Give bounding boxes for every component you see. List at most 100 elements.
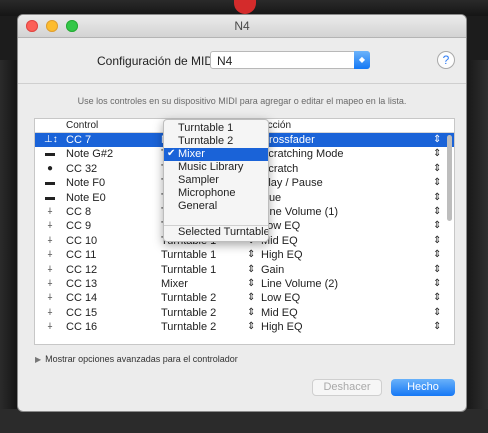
control-cell: CC 15 bbox=[66, 306, 98, 319]
midi-device-value: N4 bbox=[217, 54, 233, 68]
help-button[interactable]: ? bbox=[437, 51, 455, 69]
chevron-updown-icon: ⇕ bbox=[433, 249, 442, 261]
chevron-updown-icon: ⇕ bbox=[247, 278, 256, 289]
button-icon: ▬ bbox=[45, 191, 55, 203]
chevron-updown-icon: ◆ bbox=[354, 51, 370, 69]
action-popup[interactable]: Line Volume (2) bbox=[261, 278, 338, 290]
control-cell: CC 9 bbox=[66, 220, 92, 233]
fader-icon: ⍭ bbox=[47, 234, 53, 246]
window-title: N4 bbox=[234, 19, 250, 33]
target-popup[interactable]: Turntable 2 bbox=[161, 292, 216, 304]
table-row[interactable]: ⍭ CC 16 Turntable 2 ⇕ High EQ ⇕ bbox=[35, 320, 454, 334]
midi-device-select[interactable]: N4 ◆ bbox=[210, 51, 370, 69]
chevron-updown-icon: ⇕ bbox=[433, 134, 442, 145]
action-popup[interactable]: Play / Pause bbox=[261, 177, 323, 189]
menu-item-label: Selected Turntable bbox=[178, 226, 269, 238]
table-row[interactable]: ⍭ CC 13 Mixer ⇕ Line Volume (2) ⇕ bbox=[35, 277, 454, 291]
column-header-control[interactable]: Control bbox=[66, 120, 98, 131]
instructions-text: Use los controles en su dispositivo MIDI… bbox=[77, 96, 407, 106]
menu-item[interactable]: Selected Turntable bbox=[164, 226, 268, 239]
midi-config-label: Configuración de MIDI: bbox=[97, 54, 220, 68]
table-row[interactable]: ⍭ CC 15 Turntable 2 ⇕ Mid EQ ⇕ bbox=[35, 306, 454, 320]
action-popup[interactable]: Line Volume (1) bbox=[261, 206, 338, 218]
button-icon: ▬ bbox=[45, 148, 55, 160]
chevron-updown-icon: ⇕ bbox=[247, 263, 256, 275]
midi-config-dialog: N4 Configuración de MIDI: N4 ◆ ? Use los… bbox=[18, 15, 466, 411]
table-row[interactable]: ⍭ CC 12 Turntable 1 ⇕ Gain ⇕ bbox=[35, 263, 454, 277]
chevron-updown-icon: ⇕ bbox=[247, 292, 256, 304]
menu-item[interactable]: Turntable 1 bbox=[164, 122, 268, 135]
menu-item[interactable]: Music Library bbox=[164, 161, 268, 174]
target-popup[interactable]: Turntable 2 bbox=[161, 307, 216, 319]
fader-icon: ⍭ bbox=[47, 249, 53, 261]
divider bbox=[18, 83, 466, 84]
control-cell: Note G#2 bbox=[66, 148, 114, 161]
action-popup[interactable]: High EQ bbox=[261, 249, 303, 261]
fader-icon: ⍭ bbox=[47, 321, 53, 333]
advanced-options-toggle[interactable]: ▶ Mostrar opciones avanzadas para el cont… bbox=[35, 354, 238, 364]
menu-item[interactable]: Sampler bbox=[164, 174, 268, 187]
chevron-updown-icon: ⇕ bbox=[433, 234, 442, 246]
action-popup[interactable]: High EQ bbox=[261, 321, 303, 333]
target-popup[interactable]: Turntable 1 bbox=[161, 264, 216, 276]
fader-icon: ⍭ bbox=[47, 206, 53, 217]
menu-item[interactable]: Turntable 2 bbox=[164, 135, 268, 148]
fader-icon: ⍭ bbox=[47, 306, 53, 318]
done-button[interactable]: Hecho bbox=[391, 379, 455, 396]
undo-button[interactable]: Deshacer bbox=[312, 379, 382, 396]
background-left-deck bbox=[0, 60, 18, 433]
menu-item-label: General bbox=[178, 200, 218, 212]
table-row[interactable]: ⍭ CC 14 Turntable 2 ⇕ Low EQ ⇕ bbox=[35, 291, 454, 305]
target-popup[interactable]: Mixer bbox=[161, 278, 188, 290]
fader-icon: ⍭ bbox=[47, 278, 53, 289]
chevron-updown-icon: ⇕ bbox=[433, 321, 442, 333]
chevron-updown-icon: ⇕ bbox=[433, 306, 442, 318]
control-cell: CC 14 bbox=[66, 292, 98, 305]
advanced-options-label: Mostrar opciones avanzadas para el contr… bbox=[45, 354, 238, 364]
control-cell: Note F0 bbox=[66, 177, 106, 190]
menu-item[interactable]: ✔ Mixer bbox=[164, 148, 268, 161]
knob-icon: ● bbox=[46, 162, 54, 174]
checkmark-icon: ✔ bbox=[167, 148, 176, 159]
action-popup[interactable]: Scratching Mode bbox=[261, 148, 344, 160]
disclosure-triangle-icon: ▶ bbox=[35, 355, 42, 364]
background-bottom bbox=[0, 409, 488, 433]
chevron-updown-icon: ⇕ bbox=[433, 292, 442, 304]
target-popup[interactable]: Turntable 2 bbox=[161, 321, 216, 333]
chevron-updown-icon: ⇕ bbox=[247, 321, 256, 333]
chevron-updown-icon: ⇕ bbox=[433, 148, 442, 160]
control-cell: CC 11 bbox=[66, 249, 97, 262]
action-popup[interactable]: Low EQ bbox=[261, 292, 300, 304]
fader-icon: ⍭ bbox=[47, 263, 53, 275]
chevron-updown-icon: ⇕ bbox=[433, 278, 442, 289]
control-cell: CC 13 bbox=[66, 278, 98, 290]
control-cell: CC 32 bbox=[66, 162, 98, 175]
target-dropdown-menu: Turntable 1 Turntable 2 ✔ Mixer Music Librar… bbox=[163, 119, 269, 242]
menu-item-label: Turntable 2 bbox=[178, 135, 234, 147]
action-popup[interactable]: Gain bbox=[261, 264, 284, 276]
menu-item-label: Mixer bbox=[178, 148, 205, 160]
chevron-updown-icon: ⇕ bbox=[433, 263, 442, 275]
chevron-updown-icon: ⇕ bbox=[433, 177, 442, 189]
chevron-updown-icon: ⇕ bbox=[433, 191, 442, 203]
action-popup[interactable]: Mid EQ bbox=[261, 307, 298, 319]
control-cell: CC 8 bbox=[66, 206, 92, 218]
menu-item-label: Turntable 1 bbox=[178, 122, 234, 134]
control-cell: CC 7 bbox=[66, 134, 92, 146]
menu-item[interactable]: General bbox=[164, 200, 268, 213]
chevron-updown-icon: ⇕ bbox=[433, 220, 442, 232]
control-cell: CC 16 bbox=[66, 321, 98, 334]
menu-item[interactable]: Microphone bbox=[164, 187, 268, 200]
menu-separator bbox=[164, 225, 268, 226]
table-row[interactable]: ⍭ CC 11 Turntable 1 ⇕ High EQ ⇕ bbox=[35, 248, 454, 262]
title-bar: N4 bbox=[18, 15, 466, 38]
action-popup[interactable]: Crossfader bbox=[261, 134, 315, 146]
target-popup[interactable]: Turntable 1 bbox=[161, 249, 216, 261]
menu-item-label: Sampler bbox=[178, 174, 219, 186]
control-cell: CC 10 bbox=[66, 234, 98, 247]
knob-fader-icon: ⊥↕ bbox=[44, 134, 58, 145]
button-icon: ▬ bbox=[45, 177, 55, 189]
chevron-updown-icon: ⇕ bbox=[433, 162, 442, 174]
table-scrollbar[interactable] bbox=[447, 135, 452, 221]
chevron-updown-icon: ⇕ bbox=[247, 306, 256, 318]
